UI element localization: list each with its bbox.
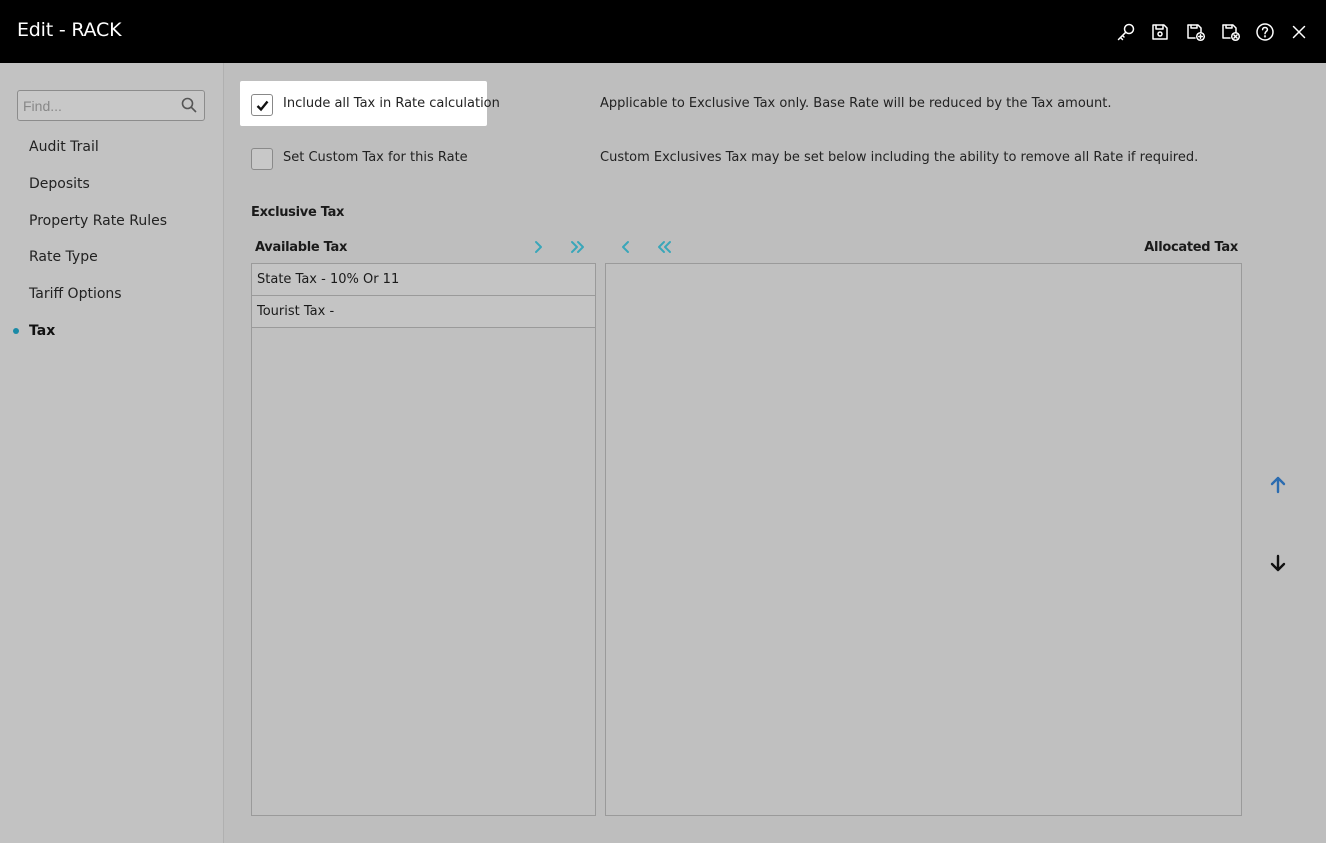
- available-tax-header: Available Tax: [255, 240, 348, 255]
- main-panel: Include all Tax in Rate calculation Appl…: [224, 63, 1326, 843]
- checkmark-icon: [256, 100, 269, 112]
- chevron-right-icon: [535, 241, 542, 253]
- double-chevron-right-icon: [571, 241, 584, 253]
- sidebar-item-deposits[interactable]: Deposits: [29, 176, 90, 192]
- help-icon[interactable]: [1254, 21, 1276, 43]
- include-tax-label: Include all Tax in Rate calculation: [283, 96, 500, 111]
- title-bar: Edit - RACK: [0, 0, 1326, 63]
- list-item[interactable]: Tourist Tax -: [252, 296, 595, 328]
- move-right-button[interactable]: [527, 237, 549, 257]
- move-all-right-button[interactable]: [566, 237, 588, 257]
- sidebar: Audit Trail Deposits Property Rate Rules…: [0, 63, 224, 843]
- arrow-up-icon: [1270, 476, 1286, 494]
- include-tax-description: Applicable to Exclusive Tax only. Base R…: [600, 96, 1112, 111]
- key-icon[interactable]: [1115, 21, 1137, 43]
- save-and-new-icon[interactable]: [1185, 21, 1207, 43]
- move-up-button[interactable]: [1266, 473, 1290, 497]
- sidebar-item-rate-type[interactable]: Rate Type: [29, 249, 98, 265]
- move-all-left-button[interactable]: [654, 237, 676, 257]
- move-left-button[interactable]: [615, 237, 637, 257]
- custom-tax-checkbox[interactable]: [251, 148, 273, 170]
- sidebar-item-audit-trail[interactable]: Audit Trail: [29, 139, 99, 155]
- save-and-close-icon[interactable]: [1220, 21, 1242, 43]
- window-title: Edit - RACK: [17, 19, 122, 41]
- find-box: [17, 90, 205, 121]
- save-icon[interactable]: [1149, 21, 1171, 43]
- active-indicator: [13, 328, 19, 334]
- include-tax-checkbox[interactable]: [251, 94, 273, 116]
- sidebar-item-tariff-options[interactable]: Tariff Options: [29, 286, 122, 302]
- available-tax-list[interactable]: State Tax - 10% Or 11 Tourist Tax -: [251, 263, 596, 816]
- chevron-left-icon: [622, 241, 629, 253]
- sidebar-item-tax[interactable]: Tax: [29, 323, 55, 339]
- double-chevron-left-icon: [658, 241, 671, 253]
- close-icon[interactable]: [1288, 21, 1310, 43]
- custom-tax-label: Set Custom Tax for this Rate: [283, 150, 468, 165]
- list-item[interactable]: State Tax - 10% Or 11: [252, 264, 595, 296]
- allocated-tax-header: Allocated Tax: [1144, 240, 1238, 255]
- sidebar-item-property-rate-rules[interactable]: Property Rate Rules: [29, 213, 167, 229]
- custom-tax-description: Custom Exclusives Tax may be set below i…: [600, 150, 1199, 165]
- move-down-button[interactable]: [1266, 551, 1290, 575]
- exclusive-tax-heading: Exclusive Tax: [251, 205, 345, 220]
- allocated-tax-list[interactable]: [605, 263, 1242, 816]
- arrow-down-icon: [1270, 554, 1286, 572]
- search-input[interactable]: [23, 96, 173, 116]
- search-icon[interactable]: [181, 97, 197, 113]
